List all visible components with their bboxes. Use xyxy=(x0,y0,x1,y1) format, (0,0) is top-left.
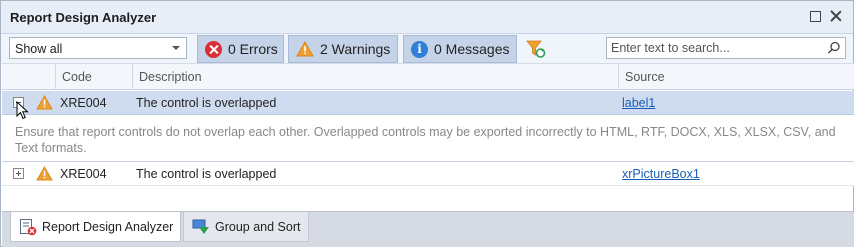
report-design-analyzer-panel: Report Design Analyzer Show all 0 Errors… xyxy=(0,0,854,247)
warnings-label: 2 Warnings xyxy=(320,41,391,57)
warning-icon xyxy=(36,94,53,113)
filter-combobox[interactable]: Show all xyxy=(9,37,187,59)
title-bar: Report Design Analyzer xyxy=(1,1,853,34)
table-row[interactable]: XRE004 The control is overlapped label1 xyxy=(2,91,854,115)
search-input[interactable] xyxy=(611,40,821,56)
window-title: Report Design Analyzer xyxy=(10,10,157,25)
messages-label: 0 Messages xyxy=(434,41,510,57)
warning-icon xyxy=(296,41,314,57)
warning-icon xyxy=(36,165,53,184)
search-icon[interactable] xyxy=(827,41,841,55)
column-header-code[interactable]: Code xyxy=(55,64,132,90)
cell-source-link[interactable]: label1 xyxy=(622,96,655,110)
tab-label: Group and Sort xyxy=(215,219,301,234)
grid-header: Code Description Source xyxy=(2,63,854,90)
info-icon: i xyxy=(411,40,428,58)
report-design-analyzer-icon xyxy=(19,218,37,236)
cell-code: XRE004 xyxy=(60,167,107,181)
maximize-icon[interactable] xyxy=(808,9,822,23)
messages-toggle-button[interactable]: i 0 Messages xyxy=(403,35,517,63)
tab-group-and-sort[interactable]: Group and Sort xyxy=(183,212,309,242)
column-header-source[interactable]: Source xyxy=(618,64,854,90)
warnings-toggle-button[interactable]: 2 Warnings xyxy=(288,35,398,63)
group-and-sort-icon xyxy=(192,218,210,236)
tab-report-design-analyzer[interactable]: Report Design Analyzer xyxy=(10,212,181,242)
search-box[interactable] xyxy=(606,37,846,59)
column-header-expander xyxy=(2,64,55,90)
column-header-description[interactable]: Description xyxy=(132,64,618,90)
bottom-tab-bar: Report Design Analyzer Group and Sort xyxy=(2,211,854,247)
row-detail: Ensure that report controls do not overl… xyxy=(2,115,854,162)
filter-combobox-value: Show all xyxy=(15,42,63,56)
cell-code: XRE004 xyxy=(60,96,107,110)
filter-clear-icon[interactable] xyxy=(525,39,547,59)
tab-label: Report Design Analyzer xyxy=(42,219,174,234)
errors-toggle-button[interactable]: 0 Errors xyxy=(197,35,284,63)
table-row[interactable]: XRE004 The control is overlapped xrPictu… xyxy=(2,162,854,186)
row-detail-text: Ensure that report controls do not overl… xyxy=(15,125,836,155)
toolbar: Show all 0 Errors 2 Warnings i 0 Message… xyxy=(1,34,853,63)
error-icon xyxy=(205,40,222,58)
expand-icon[interactable] xyxy=(13,168,24,179)
chevron-down-icon[interactable] xyxy=(172,46,180,50)
mouse-cursor-icon xyxy=(16,100,30,121)
cell-description: The control is overlapped xyxy=(136,96,277,110)
cell-source-link[interactable]: xrPictureBox1 xyxy=(622,167,700,181)
close-icon[interactable] xyxy=(829,9,843,23)
cell-description: The control is overlapped xyxy=(136,167,277,181)
errors-label: 0 Errors xyxy=(228,41,278,57)
